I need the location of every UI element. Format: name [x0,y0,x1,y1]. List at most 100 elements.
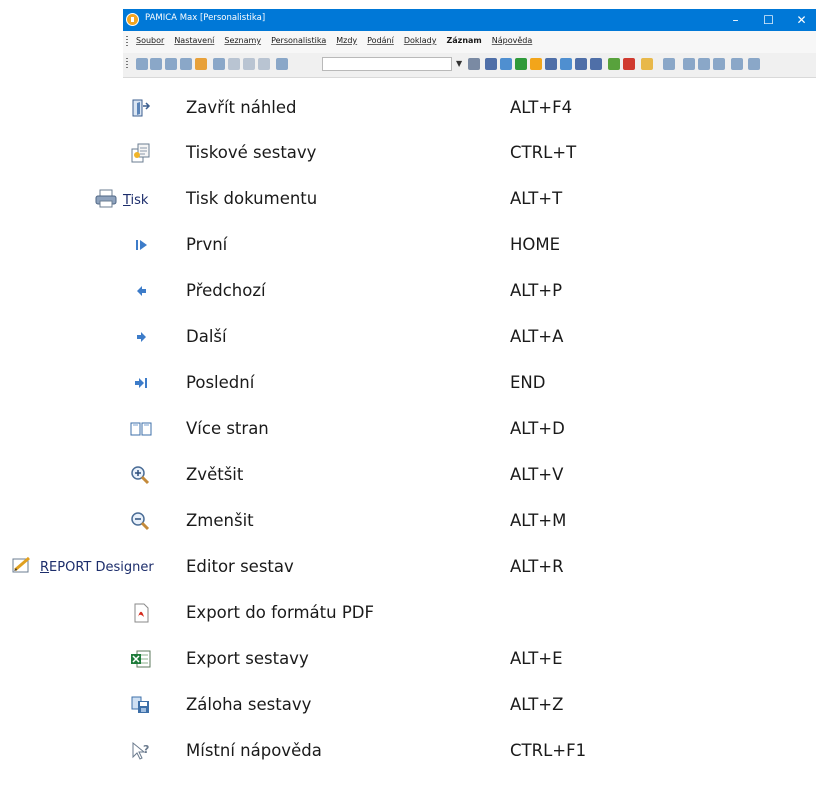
multiple-pages-icon [128,418,154,440]
shortcut-row: První HOME [0,229,816,261]
shortcut-label: Zmenšit [186,511,254,530]
toolbar-button-24-icon[interactable] [698,58,710,70]
close-preview-icon [128,97,154,119]
shortcut-row: Zmenšit ALT+M [0,505,816,537]
window-title: PAMICA Max [Personalistika] [145,13,266,23]
shortcut-label: Záloha sestavy [186,695,312,714]
menu-item-5[interactable]: Podání [367,36,394,45]
tisk-button[interactable]: Tisk [93,187,149,213]
toolbar-button-0-icon[interactable] [136,58,148,70]
shortcut-row: Export do formátu PDF [0,597,816,629]
shortcut-key: ALT+V [510,465,564,484]
shortcut-key: ALT+E [510,649,563,668]
zoom-in-icon [128,464,154,486]
toolbar-button-11-icon[interactable] [485,58,497,70]
shortcut-key: ALT+T [510,189,563,208]
toolbar-button-23-icon[interactable] [683,58,695,70]
menu-item-4[interactable]: Mzdy [336,36,357,45]
toolbar-button-13-icon[interactable] [515,58,527,70]
report-select[interactable] [322,57,452,71]
toolbar-button-12-icon[interactable] [500,58,512,70]
menu-item-7[interactable]: Záznam [446,36,481,45]
toolbar-button-20-icon[interactable] [623,58,635,70]
shortcut-key: ALT+R [510,557,564,576]
shortcut-row: ? Místní nápověda CTRL+F1 [0,735,816,767]
toolbar-button-18-icon[interactable] [590,58,602,70]
toolbar-button-22-icon[interactable] [663,58,675,70]
pamica-app-icon [126,13,139,26]
excel-export-icon [128,648,154,670]
menu-item-0[interactable]: Soubor [136,36,164,45]
shortcut-key: ALT+M [510,511,567,530]
shortcut-key: HOME [510,235,561,254]
menu-bar: Soubor Nastavení Seznamy Personalistika Mzdy… [123,31,816,53]
shortcut-row: Zvětšit ALT+V [0,459,816,491]
chevron-down-icon[interactable]: ▼ [456,59,462,68]
menu-grip[interactable] [126,36,128,48]
zoom-out-icon [128,510,154,532]
shortcut-label: První [186,235,228,254]
shortcut-label: Poslední [186,373,255,392]
shortcut-key: CTRL+F1 [510,741,587,760]
shortcut-key: ALT+D [510,419,565,438]
toolbar-button-25-icon[interactable] [713,58,725,70]
menu-item-6[interactable]: Doklady [404,36,437,45]
shortcut-key: ALT+A [510,327,564,346]
shortcut-label: Místní nápověda [186,741,322,760]
toolbar-grip[interactable] [126,58,128,70]
tisk-button-label: Tisk [123,192,149,208]
toolbar-button-10-icon[interactable] [468,58,480,70]
shortcut-row: Zavřít náhled ALT+F4 [0,92,816,124]
toolbar-button-21-icon[interactable] [641,58,653,70]
shortcut-row: Předchozí ALT+P [0,275,816,307]
first-page-icon [128,234,154,256]
toolbar-button-9-icon[interactable] [276,58,288,70]
shortcut-key: ALT+F4 [510,98,573,117]
menu-item-3[interactable]: Personalistika [271,36,326,45]
menu-item-8[interactable]: Nápověda [492,36,533,45]
report-designer-icon [9,554,35,580]
toolbar-button-15-icon[interactable] [545,58,557,70]
report-sets-icon [128,142,154,164]
minimize-button[interactable]: – [719,9,752,31]
shortcut-label: Export sestavy [186,649,309,668]
menu-item-1[interactable]: Nastavení [174,36,214,45]
maximize-button[interactable]: ☐ [752,9,785,31]
report-designer-label: REPORT Designer [40,559,154,575]
app-window: PAMICA Max [Personalistika] – ☐ ✕ Soubor… [123,9,816,87]
menu-items: Soubor Nastavení Seznamy Personalistika Mzdy… [136,36,532,45]
toolbar-button-16-icon[interactable] [560,58,572,70]
shortcut-row: Záloha sestavy ALT+Z [0,689,816,721]
shortcut-row: Export sestavy ALT+E [0,643,816,675]
toolbar-button-3-icon[interactable] [180,58,192,70]
shortcut-label: Tisk dokumentu [186,189,318,208]
backup-report-icon [128,694,154,716]
toolbar-button-7-icon[interactable] [243,58,255,70]
printer-icon [93,187,119,213]
toolbar-button-26-icon[interactable] [731,58,743,70]
toolbar-button-1-icon[interactable] [150,58,162,70]
shortcut-label: Zvětšit [186,465,244,484]
shortcut-row: Tisk dokumentu ALT+T Tisk [0,183,816,215]
last-page-icon [128,372,154,394]
toolbar-button-2-icon[interactable] [165,58,177,70]
report-designer-button[interactable]: REPORT Designer [9,554,154,580]
toolbar-button-5-icon[interactable] [213,58,225,70]
close-button[interactable]: ✕ [785,9,816,31]
shortcut-key: END [510,373,546,392]
toolbar-button-14-icon[interactable] [530,58,542,70]
toolbar-button-17-icon[interactable] [575,58,587,70]
toolbar-button-19-icon[interactable] [608,58,620,70]
shortcut-label: Zavřít náhled [186,98,297,117]
title-bar: PAMICA Max [Personalistika] – ☐ ✕ [123,9,816,31]
shortcut-row: Poslední END [0,367,816,399]
toolbar-button-6-icon[interactable] [228,58,240,70]
toolbar-button-27-icon[interactable] [748,58,760,70]
toolbar-button-4-icon[interactable] [195,58,207,70]
toolbar-button-8-icon[interactable] [258,58,270,70]
menu-item-2[interactable]: Seznamy [224,36,261,45]
shortcut-label: Editor sestav [186,557,294,576]
shortcut-row: Editor sestav ALT+R REPORT Designer [0,551,816,583]
pdf-export-icon [128,602,154,624]
next-page-icon [128,326,154,348]
